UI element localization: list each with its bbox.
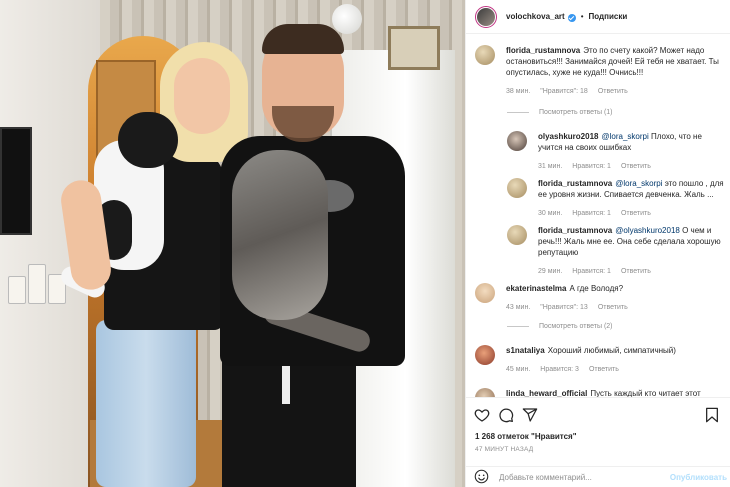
comment-icon[interactable] bbox=[498, 407, 514, 423]
comment-text: Хороший любимый, симпатичный) bbox=[547, 346, 676, 355]
reply-button[interactable]: Ответить bbox=[598, 302, 628, 313]
comment-text: А где Володя? bbox=[569, 284, 624, 293]
publish-button[interactable]: Опубликовать bbox=[670, 473, 727, 482]
lamp bbox=[332, 4, 362, 34]
comment-username[interactable]: linda_heward_official bbox=[506, 389, 587, 397]
view-replies-button[interactable]: Посмотреть ответы (1) bbox=[507, 109, 613, 116]
heart-icon[interactable] bbox=[474, 407, 490, 423]
comment-time[interactable]: 30 мин. bbox=[538, 208, 562, 219]
reply-button[interactable]: Ответить bbox=[621, 266, 651, 277]
commenter-avatar[interactable] bbox=[507, 225, 527, 245]
comment-likes[interactable]: Нравится: 1 bbox=[572, 208, 611, 219]
verified-icon bbox=[567, 13, 576, 22]
candles bbox=[2, 258, 68, 304]
comment: s1nataliya Хороший любимый, симпатичный) … bbox=[475, 345, 726, 375]
reply-button[interactable]: Ответить bbox=[621, 161, 651, 172]
comment-username[interactable]: olyashkuro2018 bbox=[538, 132, 598, 141]
cat bbox=[232, 150, 328, 320]
comment-time[interactable]: 38 мин. bbox=[506, 86, 530, 97]
dog-head bbox=[118, 112, 178, 168]
comment-mention[interactable]: @lora_skorpi bbox=[615, 179, 662, 188]
comment-username[interactable]: florida_rustamnova bbox=[538, 226, 612, 235]
comment-text: Пусть каждый кто читает этот bbox=[590, 389, 701, 397]
commenter-avatar[interactable] bbox=[475, 283, 495, 303]
reply-button[interactable]: Ответить bbox=[621, 208, 651, 219]
comment-likes[interactable]: Нравится: 1 bbox=[572, 161, 611, 172]
add-comment-bar: Опубликовать bbox=[466, 466, 730, 487]
share-icon[interactable] bbox=[522, 407, 538, 423]
comment-likes[interactable]: "Нравится": 13 bbox=[540, 302, 588, 313]
man-pants-stripe bbox=[282, 360, 290, 404]
post-header: volochkova_art • Подписки bbox=[466, 0, 730, 34]
author-avatar[interactable] bbox=[475, 5, 497, 28]
comment-reply: florida_rustamnova @olyashkuro2018 О чем … bbox=[507, 225, 728, 277]
tv-screen bbox=[0, 127, 32, 235]
separator-dot: • bbox=[580, 12, 584, 21]
commenter-avatar[interactable] bbox=[475, 388, 495, 397]
view-replies-button[interactable]: Посмотреть ответы (2) bbox=[507, 323, 613, 330]
post-actions: 1 268 отметок "Нравится" 47 МИНУТ НАЗАД … bbox=[466, 397, 730, 487]
comment-username[interactable]: florida_rustamnova bbox=[538, 179, 612, 188]
post-sidebar: volochkova_art • Подписки florida_rustam… bbox=[465, 0, 730, 487]
likes-count[interactable]: 1 268 отметок "Нравится" bbox=[475, 432, 577, 441]
woman-face bbox=[174, 58, 230, 134]
comment-likes[interactable]: Нравится: 1 bbox=[572, 266, 611, 277]
view-replies-label: Посмотреть ответы (1) bbox=[539, 109, 613, 116]
comment-likes[interactable]: "Нравится": 18 bbox=[540, 86, 588, 97]
comment-reply: florida_rustamnova @lora_skorpi это пошло… bbox=[507, 178, 728, 219]
comment-username[interactable]: s1nataliya bbox=[506, 346, 545, 355]
picture-frame bbox=[388, 26, 440, 70]
comment-time[interactable]: 43 мин. bbox=[506, 302, 530, 313]
author-username[interactable]: volochkova_art bbox=[506, 12, 565, 21]
comment-likes[interactable]: Нравится: 3 bbox=[540, 364, 579, 375]
commenter-avatar[interactable] bbox=[507, 131, 527, 151]
comment-time[interactable]: 31 мин. bbox=[538, 161, 562, 172]
comment-mention[interactable]: @olyashkuro2018 bbox=[615, 226, 680, 235]
view-replies-label: Посмотреть ответы (2) bbox=[539, 323, 613, 330]
emoji-icon[interactable] bbox=[474, 469, 489, 486]
comment: florida_rustamnova Это по счету какой? Мо… bbox=[475, 45, 726, 97]
comment-username[interactable]: ekaterinastelma bbox=[506, 284, 566, 293]
commenter-avatar[interactable] bbox=[475, 345, 495, 365]
comment-time[interactable]: 29 мин. bbox=[538, 266, 562, 277]
comment-mention[interactable]: @lora_skorpi bbox=[601, 132, 648, 141]
comment: linda_heward_official Пусть каждый кто чи… bbox=[475, 388, 726, 397]
reply-button[interactable]: Ответить bbox=[598, 86, 628, 97]
comment-time[interactable]: 45 мин. bbox=[506, 364, 530, 375]
comment-input[interactable] bbox=[499, 473, 689, 482]
post-time[interactable]: 47 МИНУТ НАЗАД bbox=[475, 446, 533, 453]
commenter-avatar[interactable] bbox=[475, 45, 495, 65]
comment-username[interactable]: florida_rustamnova bbox=[506, 46, 580, 55]
man-hair bbox=[262, 24, 344, 54]
commenter-avatar[interactable] bbox=[507, 178, 527, 198]
comment-reply: olyashkuro2018 @lora_skorpi Плохо, что не… bbox=[507, 131, 728, 172]
woman-jeans bbox=[96, 320, 196, 487]
bookmark-icon[interactable] bbox=[705, 407, 719, 423]
comments-list[interactable]: florida_rustamnova Это по счету какой? Мо… bbox=[466, 35, 730, 397]
following-button[interactable]: Подписки bbox=[589, 12, 628, 21]
post-photo bbox=[0, 0, 465, 487]
reply-button[interactable]: Ответить bbox=[589, 364, 619, 375]
comment: ekaterinastelma А где Володя? 43 мин. "Нр… bbox=[475, 283, 726, 313]
